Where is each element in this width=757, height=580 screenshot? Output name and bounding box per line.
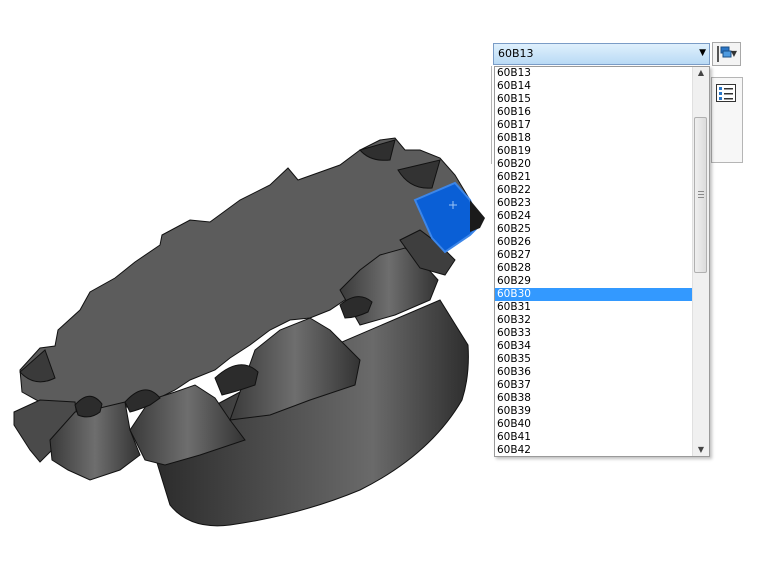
chevron-down-icon[interactable]: ▼: [699, 48, 706, 58]
list-item[interactable]: 60B23: [495, 197, 693, 210]
list-item[interactable]: 60B19: [495, 145, 693, 158]
list-item[interactable]: 60B21: [495, 171, 693, 184]
list-item[interactable]: 60B41: [495, 431, 693, 444]
list-item[interactable]: 60B35: [495, 353, 693, 366]
list-item[interactable]: 60B28: [495, 262, 693, 275]
list-item[interactable]: 60B16: [495, 106, 693, 119]
list-item[interactable]: 60B18: [495, 132, 693, 145]
configuration-button[interactable]: ▼: [712, 42, 741, 66]
list-item[interactable]: 60B34: [495, 340, 693, 353]
list-item[interactable]: 60B20: [495, 158, 693, 171]
list-scrollbar[interactable]: ▲ ▼: [692, 67, 709, 456]
list-item[interactable]: 60B14: [495, 80, 693, 93]
list-item[interactable]: 60B40: [495, 418, 693, 431]
list-item[interactable]: 60B24: [495, 210, 693, 223]
list-item[interactable]: 60B15: [495, 93, 693, 106]
grip-icon: [698, 191, 704, 200]
configuration-icon: [717, 46, 732, 62]
list-item[interactable]: 60B31: [495, 301, 693, 314]
list-item[interactable]: 60B25: [495, 223, 693, 236]
list-item[interactable]: 60B42: [495, 444, 693, 456]
scroll-up-icon[interactable]: ▲: [693, 67, 709, 79]
dropdown-items: 60B13 60B14 60B15 60B16 60B17 60B18 60B19 60B20…: [495, 67, 693, 456]
list-item[interactable]: 60B22: [495, 184, 693, 197]
sprocket-model[interactable]: [13, 137, 485, 527]
list-item[interactable]: 60B29: [495, 275, 693, 288]
side-panel: [711, 77, 743, 163]
list-item[interactable]: 60B36: [495, 366, 693, 379]
list-item[interactable]: 60B27: [495, 249, 693, 262]
scroll-down-icon[interactable]: ▼: [693, 444, 709, 456]
list-item[interactable]: 60B30: [495, 288, 693, 301]
list-item[interactable]: 60B32: [495, 314, 693, 327]
scroll-thumb[interactable]: [694, 117, 707, 273]
list-item[interactable]: 60B33: [495, 327, 693, 340]
list-item[interactable]: 60B39: [495, 405, 693, 418]
configuration-dropdown-list[interactable]: 60B13 60B14 60B15 60B16 60B17 60B18 60B19 60B20…: [494, 66, 710, 457]
list-item[interactable]: 60B37: [495, 379, 693, 392]
list-item[interactable]: 60B38: [495, 392, 693, 405]
configuration-combobox[interactable]: 60B13 ▼: [493, 43, 710, 65]
list-item[interactable]: 60B26: [495, 236, 693, 249]
list-item[interactable]: 60B17: [495, 119, 693, 132]
dropdown-caret-icon[interactable]: ▼: [731, 49, 737, 58]
list-item[interactable]: 60B13: [495, 67, 693, 80]
combobox-value: 60B13: [498, 47, 534, 60]
property-list-icon[interactable]: [716, 84, 736, 102]
